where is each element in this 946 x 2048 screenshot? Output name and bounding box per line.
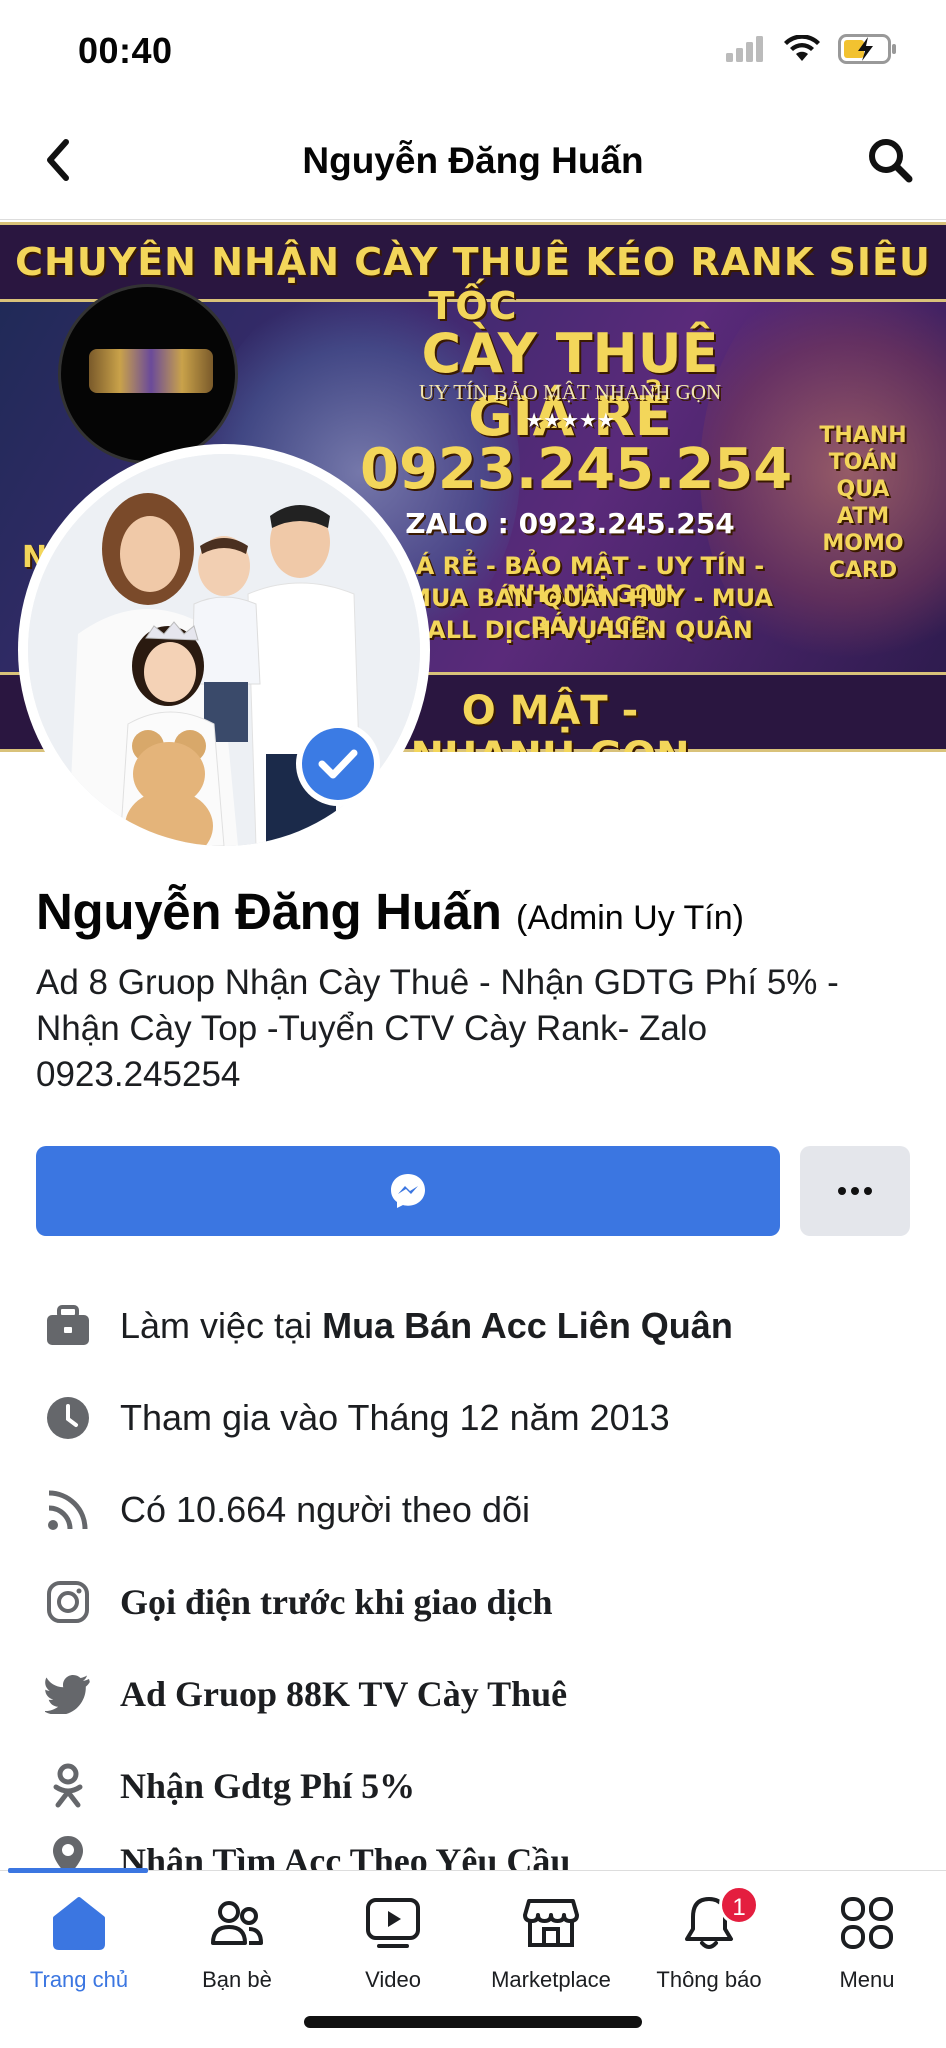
battery-charging-icon (838, 34, 896, 64)
tab-marketplace-label: Marketplace (491, 1967, 611, 1992)
cellular-signal-icon (726, 36, 763, 62)
tab-friends-label: Bạn bè (202, 1967, 272, 1992)
location-icon (42, 1832, 94, 1872)
instagram-icon (42, 1576, 94, 1628)
detail-location-text: Nhận Tìm Acc Theo Yêu Cầu (120, 1841, 571, 1872)
cover-stars: ★★★★★ (525, 408, 615, 432)
detail-odnoklassniki[interactable]: Nhận Gdtg Phí 5% (0, 1740, 946, 1832)
profile-name-row: Nguyễn Đăng Huấn (Admin Uy Tín) (36, 882, 916, 941)
detail-work: Làm việc tại Mua Bán Acc Liên Quân (0, 1280, 946, 1372)
rss-icon (42, 1484, 94, 1536)
tab-menu-label: Menu (839, 1967, 895, 1992)
checkmark-icon (318, 749, 358, 779)
detail-twitter[interactable]: Ad Gruop 88K TV Cày Thuê (0, 1648, 946, 1740)
detail-followers[interactable]: Có 10.664 người theo dõi (0, 1464, 946, 1556)
message-button[interactable] (36, 1146, 780, 1236)
twitter-icon (42, 1668, 94, 1720)
detail-location[interactable]: Nhận Tìm Acc Theo Yêu Cầu (0, 1832, 946, 1872)
more-options-button[interactable] (800, 1146, 910, 1236)
detail-instagram[interactable]: Gọi điện trước khi giao dịch (0, 1556, 946, 1648)
wifi-icon (784, 35, 820, 61)
tab-notifications-label: Thông báo (656, 1967, 762, 1992)
profile-name: Nguyễn Đăng Huấn (36, 883, 502, 940)
cover-side-text: THANH TOÁN QUA ATM MOMO CARD (819, 423, 907, 583)
detail-work-prefix: Làm việc tại (120, 1305, 323, 1346)
detail-odnoklassniki-text: Nhận Gdtg Phí 5% (120, 1766, 416, 1806)
marketplace-icon (521, 1893, 581, 1953)
notification-badge: 1 (719, 1885, 759, 1925)
tab-video[interactable]: Video (314, 1893, 472, 1993)
briefcase-icon (42, 1300, 94, 1352)
active-tab-indicator (8, 1868, 148, 1873)
tab-home[interactable]: Trang chủ (0, 1893, 158, 1993)
page-title: Nguyễn Đăng Huấn (302, 140, 644, 181)
video-icon (363, 1893, 423, 1953)
odnoklassniki-icon (42, 1760, 94, 1812)
cover-zalo: ZALO : 0923.245.254 (405, 507, 735, 540)
cover-bottom-text: O MẬT - NHANH GỌN (410, 688, 689, 752)
status-bar: 00:40 (0, 0, 946, 100)
detail-instagram-text: Gọi điện trước khi giao dịch (120, 1582, 553, 1622)
search-icon (869, 139, 913, 183)
cover-line-3: ALL DỊCH VỤ LIÊN QUÂN (427, 616, 753, 644)
more-dot-icon (838, 1187, 846, 1195)
home-icon (49, 1893, 109, 1953)
profile-bio: Ad 8 Gruop Nhận Cày Thuê - Nhận GDTG Phí… (36, 963, 839, 1094)
tab-video-label: Video (365, 1967, 421, 1992)
cover-subtext: UY TÍN BẢO MẬT NHANH GỌN (418, 380, 722, 404)
detail-joined: Tham gia vào Tháng 12 năm 2013 (0, 1372, 946, 1464)
home-indicator[interactable] (304, 2016, 642, 2028)
more-dot-icon (851, 1187, 859, 1195)
detail-followers-text: Có 10.664 người theo dõi (120, 1489, 530, 1530)
tab-notifications[interactable]: 1 Thông báo (630, 1885, 788, 1993)
tab-marketplace[interactable]: Marketplace (472, 1893, 630, 1993)
friends-icon (207, 1893, 267, 1953)
profile-details-list: Làm việc tại Mua Bán Acc Liên Quân Tham … (0, 1280, 946, 1872)
tab-friends[interactable]: Bạn bè (158, 1893, 316, 1993)
status-icons (726, 34, 898, 64)
detail-work-text: Làm việc tại Mua Bán Acc Liên Quân (120, 1305, 733, 1347)
tab-menu[interactable]: Menu (788, 1893, 946, 1993)
detail-work-place[interactable]: Mua Bán Acc Liên Quân (322, 1305, 733, 1346)
clock-icon (42, 1392, 94, 1444)
verified-badge (296, 722, 380, 806)
cover-phone: 0923.245.254 (360, 437, 793, 502)
messenger-icon (391, 1174, 425, 1208)
detail-joined-text: Tham gia vào Tháng 12 năm 2013 (120, 1397, 670, 1438)
profile-avatar[interactable] (18, 444, 430, 856)
detail-twitter-text: Ad Gruop 88K TV Cày Thuê (120, 1674, 568, 1714)
profile-alt-name: (Admin Uy Tín) (516, 899, 744, 937)
profile-header: Nguyễn Đăng Huấn (0, 100, 946, 220)
status-time: 00:40 (78, 30, 173, 71)
search-button[interactable] (864, 134, 916, 186)
menu-grid-icon (837, 1893, 897, 1953)
bell-icon: 1 (679, 1885, 759, 1953)
cover-headline: CHUYÊN NHẬN CÀY THUÊ KÉO RANK SIÊU TỐC (15, 240, 931, 328)
tab-home-label: Trang chủ (29, 1967, 129, 1992)
more-dot-icon (864, 1187, 872, 1195)
